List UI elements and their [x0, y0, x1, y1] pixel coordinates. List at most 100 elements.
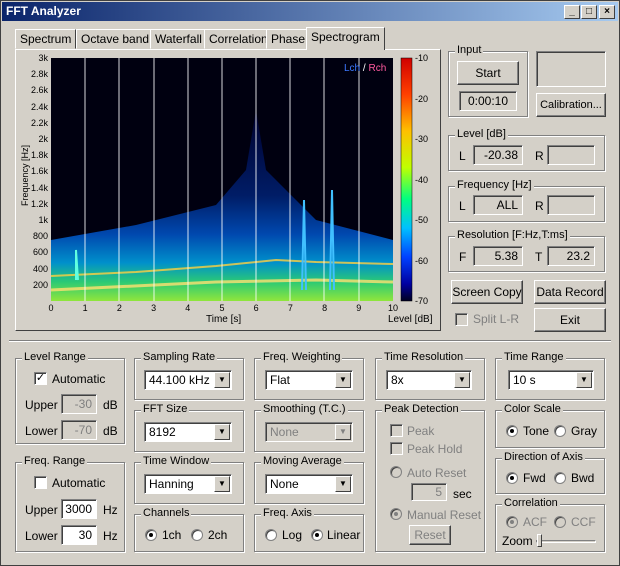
minimize-button[interactable]: _: [564, 5, 580, 19]
freq-upper-label: Upper: [25, 503, 58, 517]
auto-reset-radio[interactable]: [390, 466, 402, 478]
tab-octave-band[interactable]: Octave band: [76, 29, 155, 49]
level-upper-field[interactable]: -30: [61, 394, 97, 414]
split-lr-checkbox[interactable]: [455, 313, 468, 326]
x-tick-label: 1: [82, 303, 88, 313]
y-tick-label: 2.6k: [30, 85, 48, 96]
freq-weighting-select[interactable]: Flat ▼: [265, 370, 353, 390]
fft-size-select[interactable]: 8192 ▼: [144, 422, 232, 442]
peak-hold-checkbox[interactable]: [390, 442, 403, 455]
channels-2ch-radio[interactable]: [191, 529, 203, 541]
freq-upper-field[interactable]: 3000: [61, 499, 97, 519]
y-axis-label: Frequency [Hz]: [20, 144, 30, 206]
close-button[interactable]: ×: [599, 5, 615, 19]
chevron-down-icon[interactable]: ▼: [335, 424, 351, 440]
split-lr-label: Split L-R: [473, 312, 520, 326]
freq-lower-field[interactable]: 30: [61, 525, 97, 545]
time-window-value: Hanning: [149, 477, 194, 491]
chevron-down-icon[interactable]: ▼: [454, 372, 470, 388]
level-r-label: R: [535, 149, 544, 163]
level-lower-label: Lower: [25, 424, 58, 438]
level-upper-label: Upper: [25, 398, 58, 412]
sampling-rate-select[interactable]: 44.100 kHz ▼: [144, 370, 232, 390]
fft-analyzer-window: FFT Analyzer _ □ × Spectrum Octave band …: [0, 0, 620, 566]
level-range-automatic-label: Automatic: [52, 372, 106, 386]
frequency-r-value: [547, 195, 595, 215]
resolution-t-label: T: [535, 250, 543, 264]
y-tick-label: 2.4k: [30, 101, 48, 112]
freq-axis-log-radio[interactable]: [265, 529, 277, 541]
data-record-button[interactable]: Data Record: [534, 280, 606, 304]
freq-range-automatic-label: Automatic: [52, 476, 106, 490]
calibration-button[interactable]: Calibration...: [536, 93, 606, 117]
peak-checkbox[interactable]: [390, 424, 403, 437]
time-range-select[interactable]: 10 s ▼: [508, 370, 594, 390]
zoom-slider-track[interactable]: [536, 540, 596, 543]
freq-axis-linear-label: Linear: [327, 528, 361, 542]
level-r-value: [547, 145, 595, 165]
moving-average-select[interactable]: None ▼: [265, 474, 353, 494]
chevron-down-icon[interactable]: ▼: [576, 372, 592, 388]
time-resolution-select[interactable]: 8x ▼: [386, 370, 472, 390]
freq-axis-linear-radio[interactable]: [311, 529, 323, 541]
color-scale-gray-label: Gray: [571, 424, 598, 438]
correlation-acf-radio[interactable]: [506, 516, 518, 528]
y-tick-label: 200: [32, 279, 48, 290]
chevron-down-icon[interactable]: ▼: [214, 476, 230, 492]
smoothing-select[interactable]: None ▼: [265, 422, 353, 442]
channels-1ch-radio[interactable]: [145, 529, 157, 541]
frequency-r-label: R: [535, 199, 544, 213]
screen-copy-button[interactable]: Screen Copy: [451, 280, 523, 304]
correlation-acf-label: ACF: [523, 515, 547, 529]
moving-average-label: Moving Average: [261, 455, 344, 467]
exit-button[interactable]: Exit: [534, 308, 606, 332]
frequency-group-label: Frequency [Hz]: [455, 179, 534, 191]
sampling-rate-value: 44.100 kHz: [149, 373, 210, 387]
correlation-ccf-label: CCF: [571, 515, 596, 529]
x-tick-label: 8: [322, 303, 328, 313]
level-l-label: L: [459, 149, 466, 163]
correlation-ccf-radio[interactable]: [554, 516, 566, 528]
separator: [9, 340, 611, 342]
tab-spectrogram[interactable]: Spectrogram: [306, 27, 385, 50]
tab-spectrum[interactable]: Spectrum: [15, 29, 77, 49]
reset-button[interactable]: Reset: [409, 525, 451, 545]
time-window-select[interactable]: Hanning ▼: [144, 474, 232, 494]
level-range-automatic-checkbox[interactable]: ✓: [34, 372, 47, 385]
x-tick-label: 6: [253, 303, 259, 313]
input-group-label: Input: [455, 44, 484, 56]
resolution-t-value: 23.2: [547, 246, 595, 266]
manual-reset-radio[interactable]: [390, 508, 402, 520]
tab-phase[interactable]: Phase: [266, 29, 311, 49]
spectrogram-plot: [50, 57, 413, 302]
freq-range-automatic-checkbox[interactable]: [34, 476, 47, 489]
auto-reset-seconds[interactable]: 5: [411, 483, 447, 501]
color-scale-gray-radio[interactable]: [554, 425, 566, 437]
resolution-f-value: 5.38: [473, 246, 523, 266]
direction-bwd-radio[interactable]: [554, 472, 566, 484]
tab-correlation[interactable]: Correlation: [204, 29, 273, 49]
direction-fwd-radio[interactable]: [506, 472, 518, 484]
legend: Lch / Rch: [344, 63, 386, 74]
chevron-down-icon[interactable]: ▼: [214, 372, 230, 388]
colorbar-tick-label: -10: [415, 53, 429, 63]
zoom-label: Zoom: [502, 534, 533, 548]
start-button[interactable]: Start: [457, 61, 519, 85]
level-lower-unit: dB: [103, 424, 118, 438]
time-range-value: 10 s: [513, 373, 536, 387]
chevron-down-icon[interactable]: ▼: [335, 372, 351, 388]
status-box: [536, 51, 606, 87]
x-tick-label: 4: [185, 303, 191, 313]
maximize-button[interactable]: □: [581, 5, 597, 19]
legend-lch: Lch: [344, 63, 361, 74]
tab-waterfall[interactable]: Waterfall: [150, 29, 207, 49]
window-title: FFT Analyzer: [6, 4, 81, 18]
color-scale-tone-radio[interactable]: [506, 425, 518, 437]
frequency-l-value: ALL: [473, 195, 523, 215]
zoom-slider-thumb[interactable]: [537, 534, 542, 547]
level-lower-field[interactable]: -70: [61, 420, 97, 440]
freq-weighting-value: Flat: [270, 373, 291, 387]
chevron-down-icon[interactable]: ▼: [214, 424, 230, 440]
resolution-group-label: Resolution [F:Hz,T:ms]: [455, 229, 570, 241]
chevron-down-icon[interactable]: ▼: [335, 476, 351, 492]
